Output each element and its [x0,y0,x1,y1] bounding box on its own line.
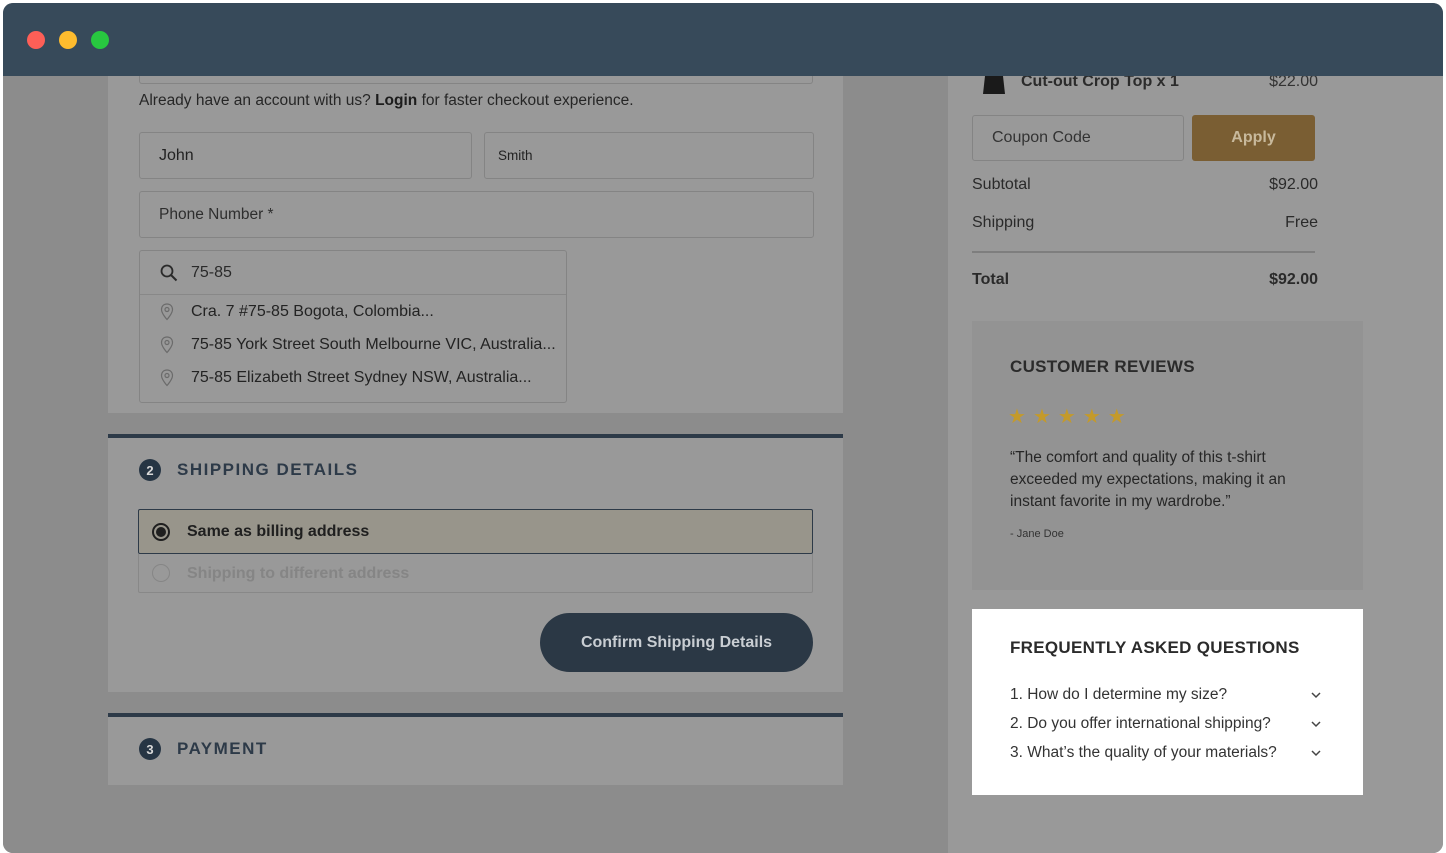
reviews-heading: CUSTOMER REVIEWS [1010,357,1195,376]
confirm-shipping-button[interactable]: Confirm Shipping Details [540,613,813,672]
faq-heading: FREQUENTLY ASKED QUESTIONS [1010,638,1300,657]
review-author: - Jane Doe [1010,528,1064,540]
star-icon: ★ [1082,406,1101,428]
account-prompt: Already have an account with us? Login f… [139,92,634,110]
payment-section-divider [108,713,843,717]
account-prompt-suffix: for faster checkout experience. [421,92,634,109]
customer-reviews-card: CUSTOMER REVIEWS ★ ★ ★ ★ ★ “The comfort … [972,321,1363,590]
apply-coupon-button[interactable]: Apply [1192,115,1315,161]
star-icon: ★ [1008,406,1026,428]
shipping-section-divider [108,434,843,438]
shipping-option-same[interactable]: Same as billing address [138,509,813,554]
radio-unselected-icon [152,564,170,582]
first-name-field[interactable]: John [139,132,472,179]
address-suggestion-text: Cra. 7 #75-85 Bogota, Colombia... [191,302,434,320]
star-icon: ★ [1057,406,1076,428]
address-suggestion[interactable]: Cra. 7 #75-85 Bogota, Colombia... [140,295,566,328]
star-icon: ★ [1032,406,1051,428]
rating-stars: ★ ★ ★ ★ ★ [1008,407,1126,427]
first-name-value: John [159,146,194,164]
faq-question: 1. How do I determine my size? [1010,686,1228,703]
faq-card: FREQUENTLY ASKED QUESTIONS 1. How do I d… [972,609,1363,795]
totals-divider [972,251,1315,253]
shipping-option-label: Same as billing address [187,523,370,540]
chevron-down-icon[interactable] [1310,688,1322,706]
shipping-section-title: SHIPPING DETAILS [177,460,359,479]
address-search-value: 75-85 [191,263,232,281]
search-icon [160,264,178,287]
shipping-step-number: 2 [139,459,161,481]
coupon-code-input[interactable]: Coupon Code [972,115,1184,161]
chevron-down-icon[interactable] [1310,746,1322,764]
chevron-down-icon[interactable] [1310,717,1322,735]
address-suggestion-text: 75-85 York Street South Melbourne VIC, A… [191,335,556,353]
email-field-edge [139,76,813,84]
faq-item[interactable]: 3. What’s the quality of your materials? [1010,744,1322,766]
faq-item[interactable]: 1. How do I determine my size? [1010,686,1322,708]
location-pin-icon [160,369,174,392]
total-value: $92.00 [1269,271,1318,288]
shipping-option-label: Shipping to different address [187,565,410,582]
browser-window: Already have an account with us? Login f… [3,3,1443,853]
total-label: Total [972,271,1010,288]
address-suggestion[interactable]: 75-85 York Street South Melbourne VIC, A… [140,328,566,361]
shipping-value: Free [1285,214,1318,231]
close-window-button[interactable] [27,31,45,49]
review-quote: “The comfort and quality of this t-shirt… [1010,449,1286,510]
phone-number-field[interactable]: Phone Number * [139,191,814,238]
account-prompt-text: Already have an account with us? [139,92,371,109]
order-summary-pane: Cut-out Crop Top x 1 $22.00 Coupon Code … [948,73,1443,853]
faq-item[interactable]: 2. Do you offer international shipping? [1010,715,1322,737]
location-pin-icon [160,336,174,359]
shipping-option-different[interactable]: Shipping to different address [138,554,813,593]
payment-step-number: 3 [139,738,161,760]
login-link[interactable]: Login [375,92,417,109]
faq-question: 3. What’s the quality of your materials? [1010,744,1277,761]
window-titlebar [3,3,1443,76]
radio-selected-icon [152,523,170,541]
checkout-form-pane: Already have an account with us? Login f… [3,76,948,853]
payment-section-title: PAYMENT [177,739,268,758]
address-search-input[interactable]: 75-85 [140,251,566,295]
address-suggestion[interactable]: 75-85 Elizabeth Street Sydney NSW, Austr… [140,361,566,394]
faq-question: 2. Do you offer international shipping? [1010,715,1271,732]
address-autocomplete: 75-85 Cra. 7 #75-85 Bogota, Colombia... … [139,250,567,403]
last-name-value: Smith [498,148,533,163]
phone-number-placeholder: Phone Number * [159,205,274,223]
product-thumbnail-icon [983,76,1005,94]
location-pin-icon [160,303,174,326]
shipping-label: Shipping [972,214,1035,231]
star-icon: ★ [1107,406,1126,428]
minimize-window-button[interactable] [59,31,77,49]
zoom-window-button[interactable] [91,31,109,49]
coupon-code-placeholder: Coupon Code [992,129,1091,146]
address-suggestion-text: 75-85 Elizabeth Street Sydney NSW, Austr… [191,368,532,386]
last-name-field[interactable]: Smith [484,132,814,179]
subtotal-label: Subtotal [972,176,1031,193]
subtotal-value: $92.00 [1269,176,1318,193]
